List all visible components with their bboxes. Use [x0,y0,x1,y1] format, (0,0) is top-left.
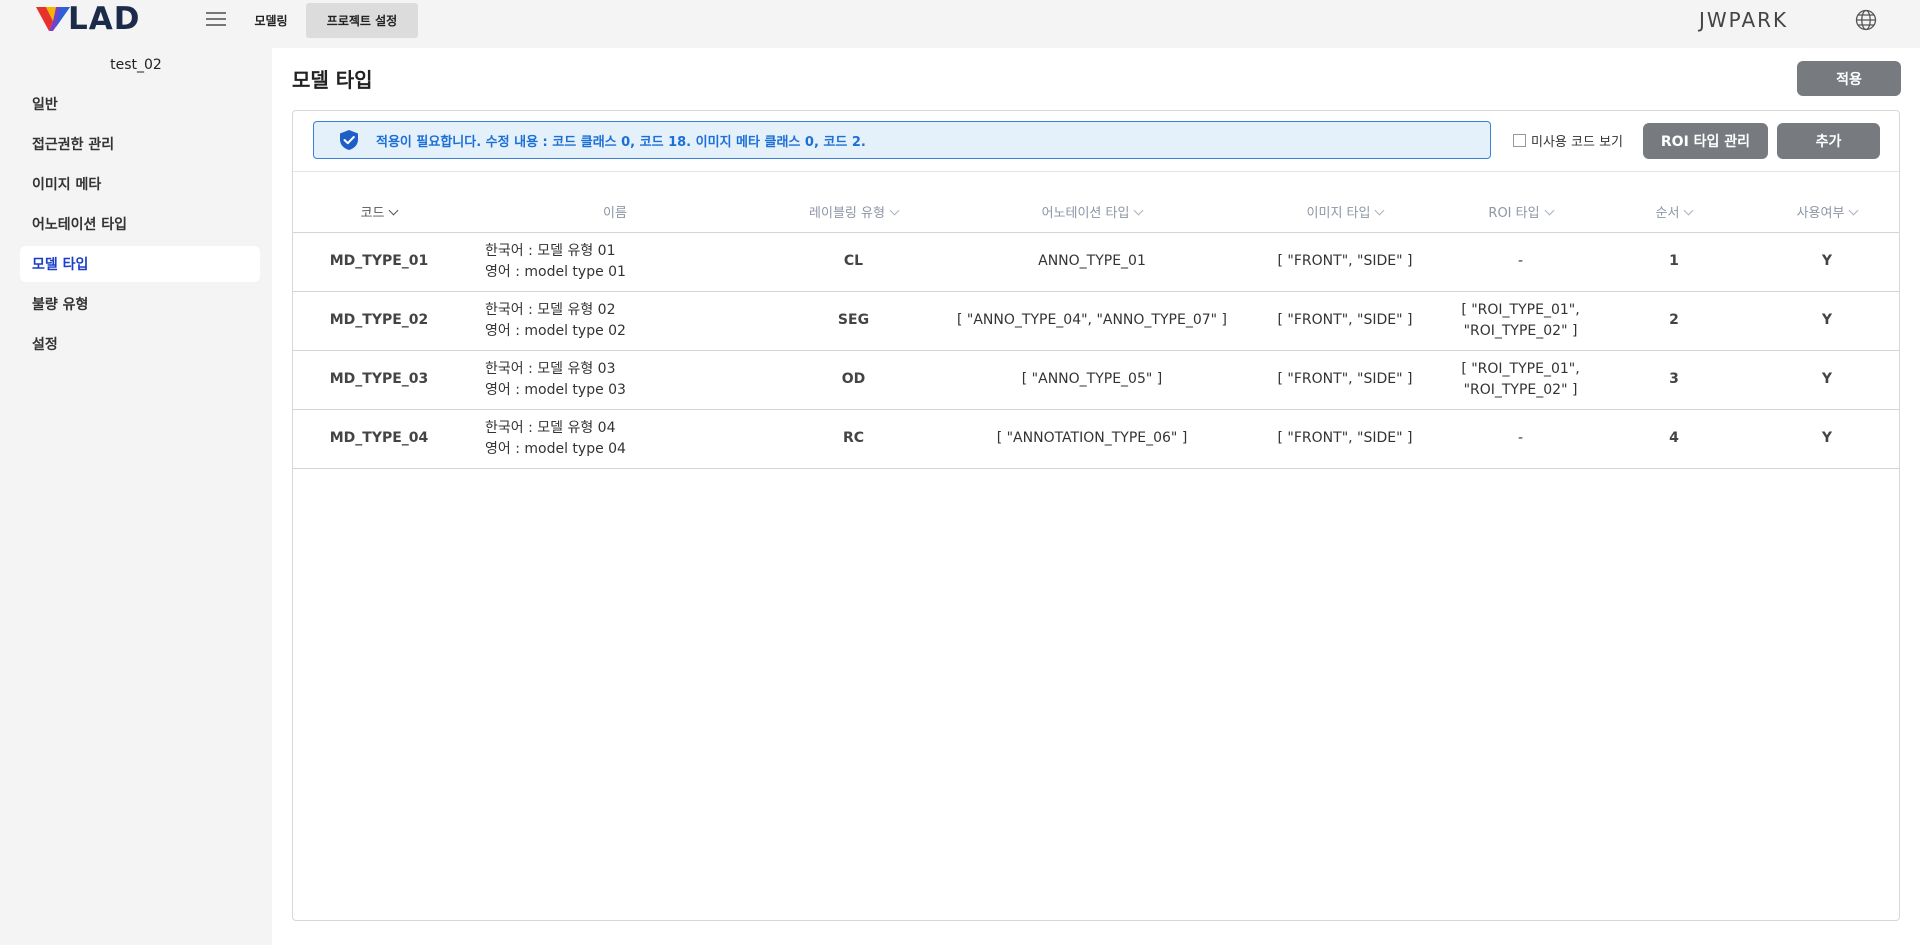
cell-image-type: [ "FRONT", "SIDE" ] [1242,291,1448,351]
cell-annotation-type: [ "ANNO_TYPE_05" ] [942,350,1242,410]
chevron-down-icon [889,205,900,216]
cell-roi-type: [ "ROI_TYPE_01", "ROI_TYPE_02" ] [1448,350,1593,410]
add-button[interactable]: 추가 [1777,123,1880,159]
globe-icon[interactable] [1855,9,1877,31]
project-name: test_02 [110,57,162,73]
cell-use: Y [1755,291,1899,351]
roi-type-manage-button[interactable]: ROI 타입 관리 [1643,123,1768,159]
sidebar-item-defect-type[interactable]: 불량 유형 [20,286,260,322]
cell-annotation-type: [ "ANNO_TYPE_04", "ANNO_TYPE_07" ] [942,291,1242,351]
cell-code: MD_TYPE_03 [293,350,465,410]
column-header-annotation-type[interactable]: 어노테이션 타입 [942,191,1242,233]
cell-order: 3 [1593,350,1755,410]
model-type-panel: 적용이 필요합니다. 수정 내용 : 코드 클래스 0, 코드 18. 이미지 … [292,110,1900,921]
cell-order: 2 [1593,291,1755,351]
model-type-table: 코드 이름 레이블링 유형 어노테이션 타입 이미지 타입 ROI 타입 순서 … [293,191,1899,469]
chevron-down-icon [1684,205,1694,216]
cell-name: 한국어 : 모델 유형 03 영어 : model type 03 [465,350,765,410]
sidebar-item-annotation-type[interactable]: 어노테이션 타입 [20,206,260,242]
shield-check-icon [340,130,358,150]
cell-label-type: CL [765,232,942,292]
chevron-down-icon [1848,205,1859,216]
cell-roi-type: [ "ROI_TYPE_01", "ROI_TYPE_02" ] [1448,291,1593,351]
sidebar-item-general[interactable]: 일반 [20,86,260,122]
sidebar-item-image-meta[interactable]: 이미지 메타 [20,166,260,202]
notice-banner: 적용이 필요합니다. 수정 내용 : 코드 클래스 0, 코드 18. 이미지 … [313,121,1491,159]
cell-name: 한국어 : 모델 유형 02 영어 : model type 02 [465,291,765,351]
divider [293,171,1899,172]
cell-order: 1 [1593,232,1755,292]
table-row[interactable]: MD_TYPE_02 한국어 : 모델 유형 02 영어 : model type… [293,291,1899,351]
nav-modeling[interactable]: 모델링 [236,3,306,38]
cell-name: 한국어 : 모델 유형 01 영어 : model type 01 [465,232,765,292]
checkbox-box[interactable] [1513,134,1526,147]
notice-text: 적용이 필요합니다. 수정 내용 : 코드 클래스 0, 코드 18. 이미지 … [376,134,866,150]
sidebar-item-access[interactable]: 접근권한 관리 [20,126,260,162]
cell-order: 4 [1593,409,1755,469]
apply-button[interactable]: 적용 [1797,61,1901,96]
cell-annotation-type: ANNO_TYPE_01 [942,232,1242,292]
menu-icon[interactable] [206,12,226,28]
table-row[interactable]: MD_TYPE_01 한국어 : 모델 유형 01 영어 : model type… [293,232,1899,292]
column-header-label-type[interactable]: 레이블링 유형 [765,191,942,233]
cell-code: MD_TYPE_04 [293,409,465,469]
page-title: 모델 타입 [292,68,373,92]
cell-label-type: OD [765,350,942,410]
cell-use: Y [1755,350,1899,410]
cell-label-type: RC [765,409,942,469]
top-bar: LAD 모델링 프로젝트 설정 JWPARK [0,0,1920,44]
cell-roi-type: - [1448,409,1593,469]
cell-annotation-type: [ "ANNOTATION_TYPE_06" ] [942,409,1242,469]
logo[interactable]: LAD [36,3,140,35]
cell-code: MD_TYPE_02 [293,291,465,351]
column-header-roi-type[interactable]: ROI 타입 [1448,191,1593,233]
sidebar-item-settings[interactable]: 설정 [20,326,260,362]
sidebar: test_02 일반 접근권한 관리 이미지 메타 어노테이션 타입 모델 타입… [0,44,272,945]
cell-use: Y [1755,409,1899,469]
cell-label-type: SEG [765,291,942,351]
user-name[interactable]: JWPARK [1699,8,1788,32]
show-unused-label: 미사용 코드 보기 [1531,135,1623,150]
show-unused-checkbox[interactable]: 미사용 코드 보기 [1513,131,1623,150]
column-header-name: 이름 [465,191,765,233]
column-header-code[interactable]: 코드 [293,191,465,233]
logo-text: LAD [68,1,141,37]
chevron-down-icon [1133,205,1144,216]
table-row[interactable]: MD_TYPE_03 한국어 : 모델 유형 03 영어 : model type… [293,350,1899,410]
sidebar-item-model-type[interactable]: 모델 타입 [20,246,260,282]
column-header-use[interactable]: 사용여부 [1755,191,1899,233]
cell-use: Y [1755,232,1899,292]
cell-name: 한국어 : 모델 유형 04 영어 : model type 04 [465,409,765,469]
nav-project-settings[interactable]: 프로젝트 설정 [306,3,418,38]
table-header-row: 코드 이름 레이블링 유형 어노테이션 타입 이미지 타입 ROI 타입 순서 … [293,191,1899,233]
column-header-image-type[interactable]: 이미지 타입 [1242,191,1448,233]
chevron-down-icon [389,205,399,216]
cell-image-type: [ "FRONT", "SIDE" ] [1242,409,1448,469]
cell-roi-type: - [1448,232,1593,292]
column-header-order[interactable]: 순서 [1593,191,1755,233]
chevron-down-icon [1375,205,1385,216]
cell-code: MD_TYPE_01 [293,232,465,292]
cell-image-type: [ "FRONT", "SIDE" ] [1242,350,1448,410]
chevron-down-icon [1544,205,1555,216]
cell-image-type: [ "FRONT", "SIDE" ] [1242,232,1448,292]
table-row[interactable]: MD_TYPE_04 한국어 : 모델 유형 04 영어 : model type… [293,409,1899,469]
logo-v-icon [36,7,70,31]
main-content: 모델 타입 적용 적용이 필요합니다. 수정 내용 : 코드 클래스 0, 코드… [272,48,1920,945]
